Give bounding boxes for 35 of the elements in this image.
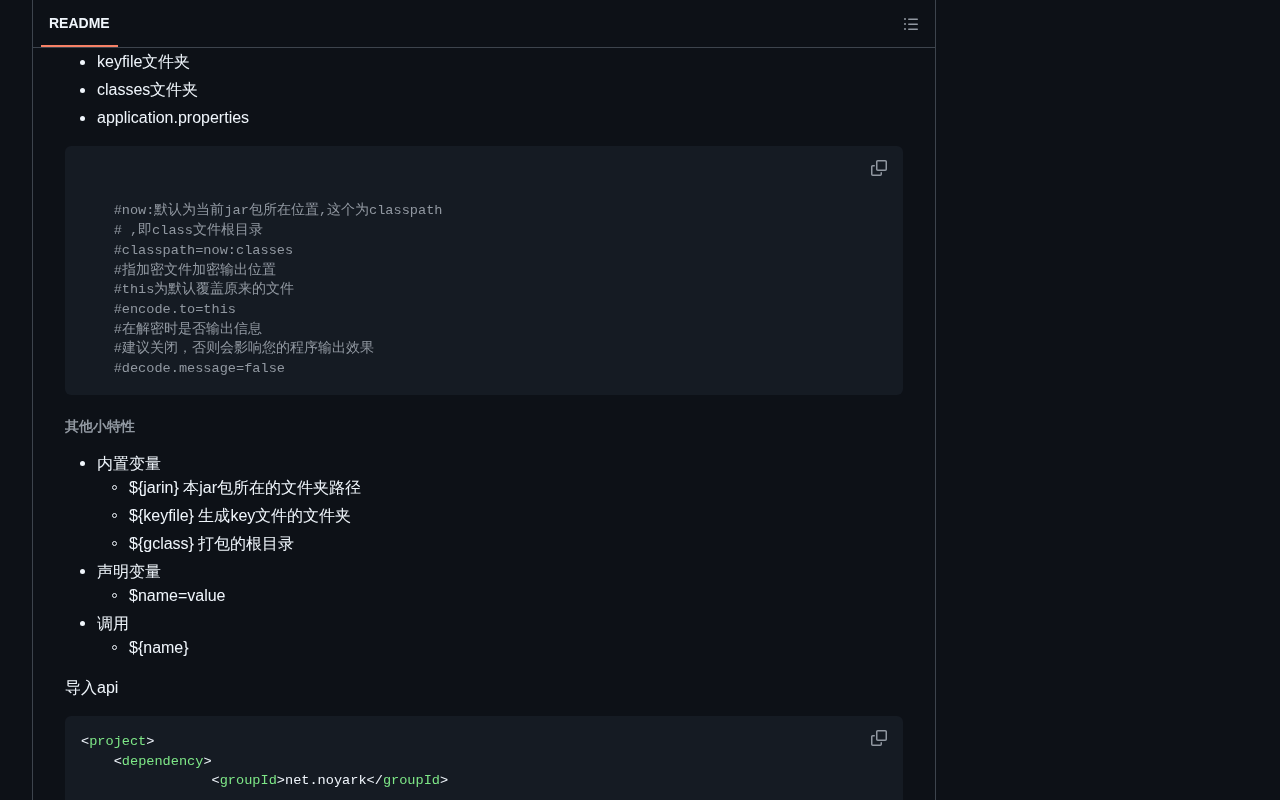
bullet-icon — [80, 59, 85, 65]
code-line: #classpath=now:classes — [113, 241, 294, 260]
bullet-icon — [80, 115, 85, 121]
code-line: #在解密时是否输出信息 — [113, 320, 262, 339]
paragraph-text: 导入api — [65, 678, 119, 696]
list-item: ${keyfile} 生成key文件的文件夹 — [129, 505, 352, 526]
list-icon[interactable] — [904, 17, 918, 30]
readme-tab[interactable]: README — [41, 0, 118, 47]
list-item: 内置变量 — [97, 453, 161, 474]
bullet-icon — [80, 621, 85, 627]
code-line: #now:默认为当前jar包所在位置,这个为classpath — [113, 201, 443, 221]
copy-icon[interactable] — [871, 729, 887, 746]
bullet-icon — [80, 569, 85, 575]
list-item: $name=value — [129, 585, 226, 606]
list-item: 调用 — [97, 613, 129, 634]
code-line: #指加密文件加密输出位置 — [113, 261, 276, 280]
list-item: classes文件夹 — [97, 80, 199, 100]
bullet-icon — [80, 87, 85, 93]
copy-icon[interactable] — [871, 160, 887, 176]
code-line: <project> — [81, 732, 155, 751]
list-item: ${gclass} 打包的根目录 — [129, 533, 295, 554]
bullet-icon — [80, 461, 85, 467]
list-item: keyfile文件夹 — [97, 52, 191, 72]
list-item: ${jarin} 本jar包所在的文件夹路径 — [129, 477, 362, 498]
section-heading: 其他小特性 — [65, 418, 136, 436]
code-line: <dependency> — [113, 752, 212, 771]
code-line: #this为默认覆盖原来的文件 — [113, 280, 295, 300]
code-line: #decode.message=false — [113, 360, 285, 379]
list-item: 声明变量 — [97, 561, 161, 582]
list-item: application.properties — [97, 108, 250, 128]
code-line: #encode.to=this — [113, 301, 236, 320]
code-line: #建议关闭，否则会影响您的程序输出效果 — [113, 339, 374, 359]
code-line: # ,即class文件根目录 — [113, 221, 263, 241]
list-item: ${name} — [129, 637, 189, 658]
code-line: <groupId>net.noyark</groupId> — [211, 772, 449, 791]
